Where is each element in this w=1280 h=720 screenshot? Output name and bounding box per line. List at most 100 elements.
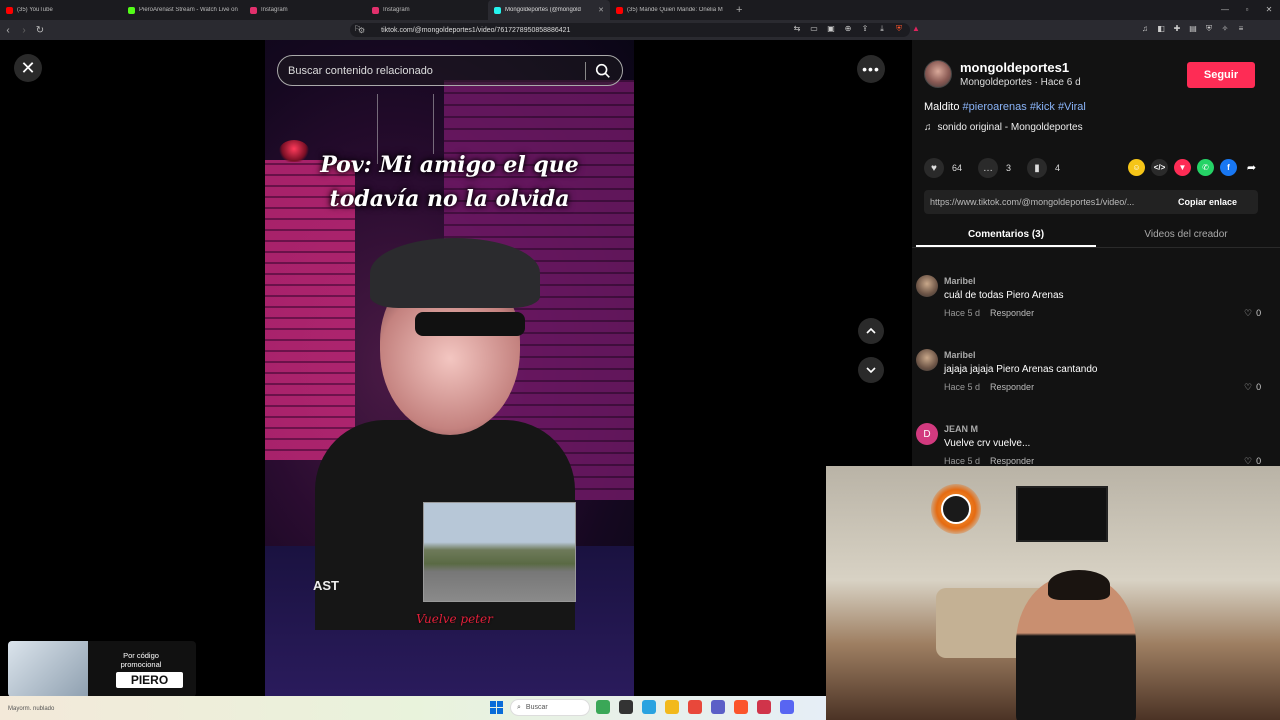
promo-image [8, 641, 88, 697]
facebook-icon[interactable]: f [1220, 159, 1237, 176]
share-arrow-icon[interactable]: ➦ [1243, 159, 1260, 176]
brave-icon[interactable] [734, 700, 748, 714]
translate-icon[interactable]: ⇆ [792, 24, 802, 34]
start-icon[interactable] [490, 701, 503, 714]
zoom-icon[interactable]: ⊕ [843, 24, 853, 34]
task-view-icon[interactable] [619, 700, 633, 714]
cast-icon[interactable]: ▭ [809, 24, 819, 34]
bookmark-icon[interactable]: ⚐ [354, 24, 361, 33]
commenter-name[interactable]: Maribel [944, 350, 976, 360]
window-close-icon[interactable]: ✕ [1258, 0, 1280, 20]
video-link[interactable]: https://www.tiktok.com/@mongoldeportes1/… [924, 197, 1170, 207]
comment-time: Hace 5 d [944, 308, 981, 318]
browser-tab[interactable]: (35) Mande Quien Mande: Onelia M [610, 0, 732, 20]
leo-icon[interactable]: ✧ [1220, 24, 1230, 34]
wallet-icon[interactable]: ▤ [1188, 24, 1198, 34]
comment-like-button[interactable]: ♡ 0 [1244, 308, 1261, 319]
minimize-icon[interactable]: — [1214, 0, 1236, 20]
whatsapp-icon[interactable]: ✆ [1197, 159, 1214, 176]
weather-widget[interactable]: Mayorm. nublado [8, 706, 54, 712]
comment-count: 3 [1006, 163, 1012, 173]
commenter-avatar[interactable]: D [916, 423, 938, 445]
file-explorer-icon[interactable] [665, 700, 679, 714]
forward-icon[interactable]: › [16, 25, 32, 36]
edge-icon[interactable] [642, 700, 656, 714]
heart-icon: ♥ [924, 158, 944, 178]
embed-icon[interactable]: </> [1151, 159, 1168, 176]
send-icon[interactable]: ▼ [1174, 159, 1191, 176]
creator-avatar[interactable] [924, 60, 952, 88]
app-icon[interactable] [757, 700, 771, 714]
creator-subline: Mongoldeportes · Hace 6 d [960, 77, 1081, 88]
search-divider [585, 62, 586, 80]
vpn-icon[interactable]: ⛨ [1204, 24, 1214, 34]
tab-favicon-icon [128, 6, 135, 14]
more-options-button[interactable]: ••• [857, 55, 885, 83]
browser-tab[interactable]: PieroArenast Stream - Watch Live on [122, 0, 244, 20]
panel-tabs: Comentarios (3) Videos del creador [912, 226, 1280, 248]
widgets-icon[interactable] [596, 700, 610, 714]
sidebar-icon[interactable]: ◧ [1156, 24, 1166, 34]
commenter-avatar[interactable] [916, 349, 938, 371]
creator-username[interactable]: mongoldeportes1 [960, 60, 1069, 75]
copy-link-button[interactable]: Copiar enlace [1170, 197, 1237, 207]
video-player[interactable]: Pov: Mi amigo el que todavía no la olvid… [265, 40, 634, 696]
windows-taskbar: Mayorm. nublado ⌕ Buscar [0, 696, 826, 720]
browser-tab[interactable]: Instagram [366, 0, 488, 20]
previous-video-button[interactable] [858, 318, 884, 344]
tab-favicon-icon [6, 6, 13, 14]
new-tab-icon[interactable]: + [736, 4, 742, 16]
rewards-icon[interactable]: ▲ [911, 24, 921, 34]
hashtag-link[interactable]: #pieroarenas [963, 101, 1027, 113]
search-icon[interactable] [594, 62, 612, 80]
commenter-name[interactable]: JEAN M [944, 424, 978, 434]
tab-comments[interactable]: Comentarios (3) [916, 226, 1096, 247]
commenter-avatar[interactable] [916, 275, 938, 297]
comment-like-button[interactable]: ♡ 0 [1244, 382, 1261, 393]
related-search-input[interactable]: Buscar contenido relacionado [277, 55, 623, 86]
brave-shield-icon[interactable]: ⛨ [894, 24, 904, 34]
comment-meta: Hace 5 d Responder [944, 308, 1034, 318]
menu-icon[interactable]: ≡ [1236, 24, 1246, 34]
share-page-icon[interactable]: ⇪ [860, 24, 870, 34]
share-options: ☺ </> ▼ ✆ f ➦ [1128, 159, 1260, 176]
taskbar-search[interactable]: ⌕ Buscar [510, 699, 590, 716]
next-video-button[interactable] [858, 357, 884, 383]
reply-button[interactable]: Responder [990, 308, 1034, 318]
like-button[interactable]: ♥ 64 [924, 158, 962, 178]
comment-like-count: 0 [1256, 308, 1262, 318]
coin-icon[interactable]: ☺ [1128, 159, 1145, 176]
teams-icon[interactable] [711, 700, 725, 714]
sound-link[interactable]: ♫ sonido original - Mongoldeportes [924, 122, 1083, 133]
neon-horse-logo [931, 484, 981, 534]
music-icon[interactable]: ♫ [1140, 24, 1150, 34]
close-video-button[interactable]: ✕ [14, 54, 42, 82]
tab-favicon-icon [616, 6, 623, 14]
picture-in-picture-icon[interactable]: ▣ [826, 24, 836, 34]
back-icon[interactable]: ‹ [0, 25, 16, 36]
overlay-line-2: todavía no la olvida [329, 186, 570, 212]
reply-button[interactable]: Responder [990, 382, 1034, 392]
wall-tv [1016, 486, 1108, 542]
tab-creator-videos[interactable]: Videos del creador [1096, 226, 1276, 247]
follow-button[interactable]: Seguir [1187, 62, 1255, 88]
reply-button[interactable]: Responder [990, 456, 1034, 466]
comment-button[interactable]: … 3 [978, 158, 1011, 178]
browser-tab-active[interactable]: Mongoldeportes (@mongold ✕ [488, 0, 610, 20]
description-text: Maldito [924, 101, 963, 113]
hashtag-link[interactable]: #kick [1030, 101, 1055, 113]
maximize-icon[interactable]: ▫ [1236, 0, 1258, 20]
browser-tab[interactable]: Instagram [244, 0, 366, 20]
reload-icon[interactable]: ↻ [32, 25, 48, 36]
browser-tab[interactable]: (35) YouTube [0, 0, 122, 20]
discord-icon[interactable] [780, 700, 794, 714]
commenter-name[interactable]: Maribel [944, 276, 976, 286]
download-icon[interactable]: ⤓ [877, 24, 887, 34]
app-icon[interactable] [688, 700, 702, 714]
tab-close-icon[interactable]: ✕ [598, 6, 604, 14]
extensions-icon[interactable]: ✚ [1172, 24, 1182, 34]
related-search-placeholder: Buscar contenido relacionado [288, 64, 433, 77]
video-caption: Vuelve peter [416, 612, 493, 626]
hashtag-link[interactable]: #Viral [1058, 101, 1086, 113]
save-button[interactable]: ▮ 4 [1027, 158, 1060, 178]
